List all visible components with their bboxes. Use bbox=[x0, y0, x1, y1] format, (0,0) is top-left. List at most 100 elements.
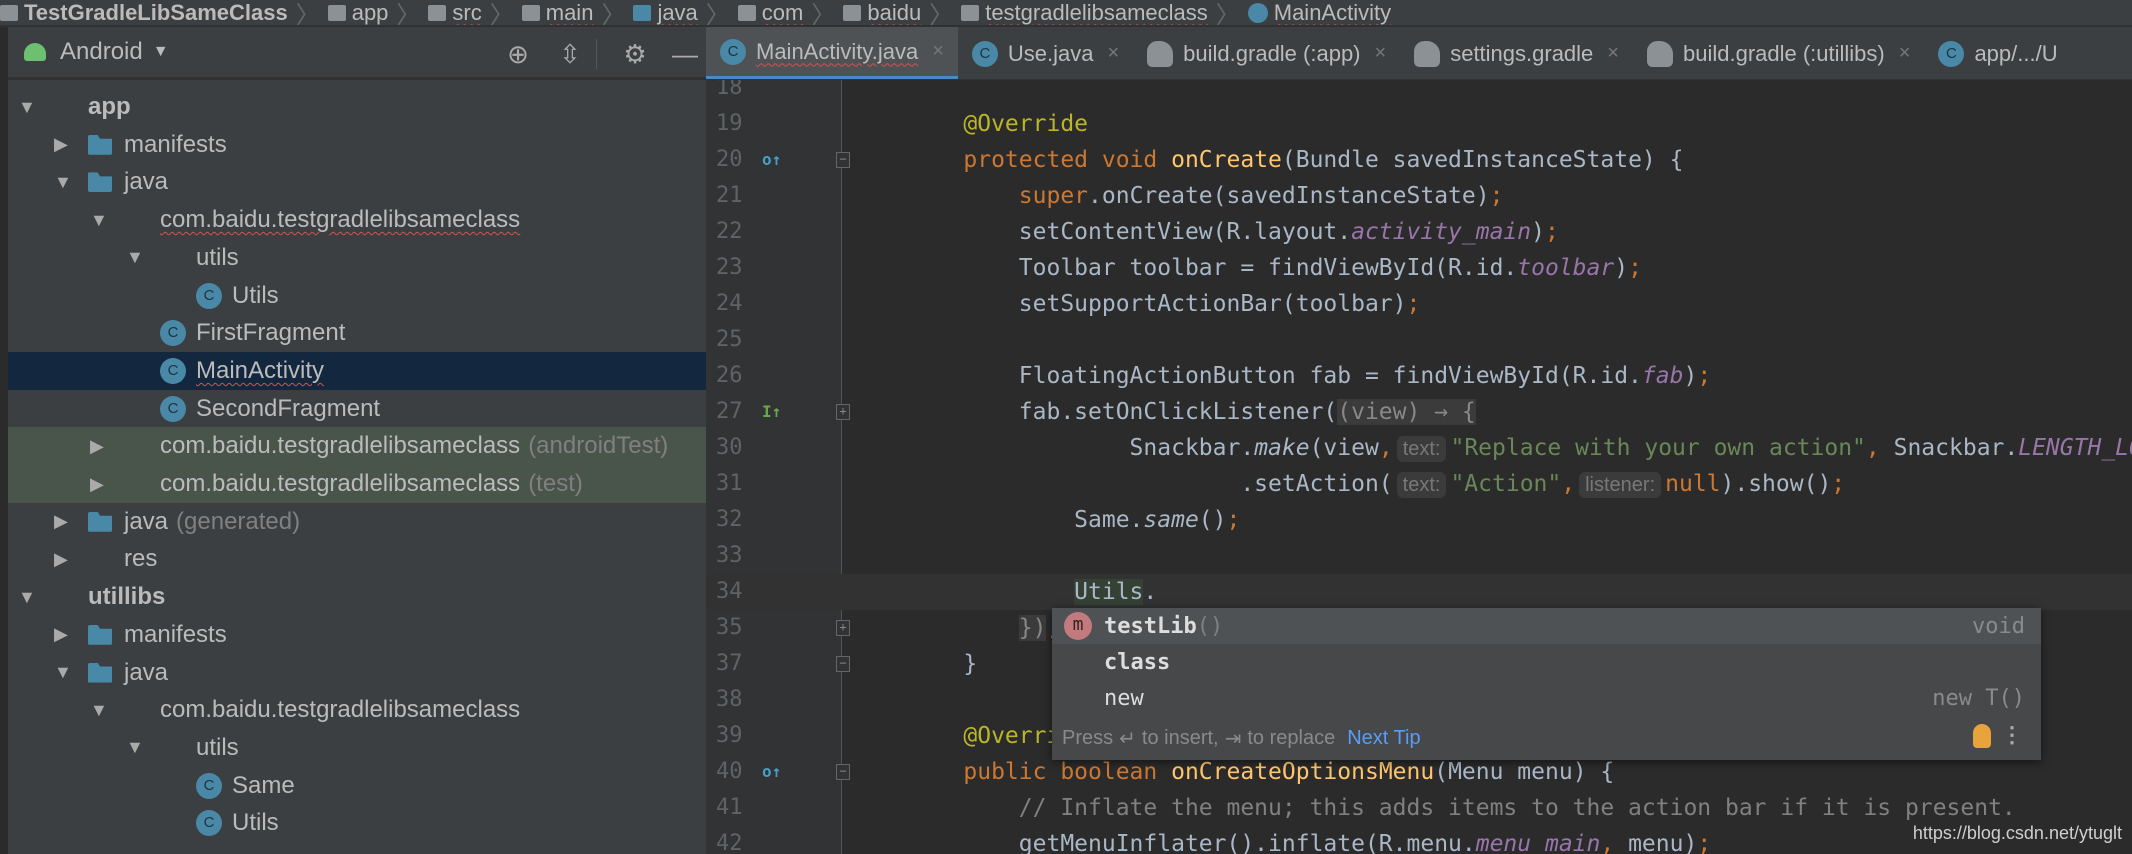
close-tab-icon[interactable]: × bbox=[932, 40, 944, 63]
close-tab-icon[interactable]: × bbox=[1375, 42, 1387, 65]
tree-item[interactable]: ▼ utils bbox=[8, 239, 706, 277]
fold-marker-icon[interactable]: − bbox=[836, 656, 850, 672]
expand-arrow-icon[interactable]: ▼ bbox=[54, 662, 72, 683]
code-line[interactable]: 19 @Override bbox=[706, 106, 2132, 142]
line-number: 27 bbox=[716, 399, 743, 424]
tab-build-gradle-utillibs-[interactable]: build.gradle (:utillibs) × bbox=[1633, 27, 1924, 79]
close-tab-icon[interactable]: × bbox=[1607, 42, 1619, 65]
tree-item[interactable]: ▶ com.baidu.testgradlelibsameclass (androi… bbox=[8, 427, 706, 466]
tab-settings-gradle[interactable]: settings.gradle × bbox=[1400, 27, 1633, 79]
tree-item[interactable]: ▶ res bbox=[8, 540, 706, 578]
tree-item[interactable]: ▼ java bbox=[8, 654, 706, 692]
expand-arrow-icon[interactable]: ▼ bbox=[126, 247, 144, 268]
expand-arrow-icon[interactable]: ▼ bbox=[18, 587, 36, 608]
chevron-right-icon: 〉 bbox=[601, 2, 626, 27]
expand-arrow-icon[interactable]: ▼ bbox=[90, 210, 108, 231]
code-line[interactable]: 24 setSupportActionBar(toolbar); bbox=[706, 286, 2132, 322]
tab-build-gradle-app-[interactable]: build.gradle (:app) × bbox=[1133, 27, 1400, 79]
tree-item[interactable]: C Utils bbox=[8, 277, 706, 315]
tree-item[interactable]: ▶ com.baidu.testgradlelibsameclass (test) bbox=[8, 465, 706, 503]
completion-item[interactable]: m testLib() void bbox=[1052, 608, 2041, 644]
line-number: 19 bbox=[716, 111, 743, 136]
breadcrumb-item[interactable]: TestGradleLibSameClass 〉 bbox=[0, 0, 320, 25]
code-line[interactable]: 32 Same.same(); bbox=[706, 502, 2132, 538]
tab-mainactivity-java[interactable]: C MainActivity.java × bbox=[706, 27, 958, 79]
override-method-icon[interactable]: o↑ bbox=[762, 754, 781, 790]
code-line[interactable]: 30 Snackbar.make(view, text: "Replace with… bbox=[706, 430, 2132, 466]
breadcrumb-item[interactable]: src 〉 bbox=[428, 0, 514, 25]
tree-item[interactable]: ▼ utillibs bbox=[8, 578, 706, 616]
label-text: manifests bbox=[124, 620, 227, 648]
tree-item[interactable]: ▶ manifests bbox=[8, 126, 706, 164]
tree-item[interactable]: ▼ com.baidu.testgradlelibsameclass bbox=[8, 201, 706, 239]
close-tab-icon[interactable]: × bbox=[1899, 42, 1911, 65]
expand-arrow-icon[interactable]: ▼ bbox=[90, 700, 108, 721]
tree-item[interactable]: C MainActivity bbox=[8, 351, 706, 390]
collapse-arrow-icon[interactable]: ▶ bbox=[54, 511, 68, 532]
breadcrumb-item[interactable]: com 〉 bbox=[737, 0, 835, 25]
tab-use-java[interactable]: C Use.java × bbox=[958, 27, 1133, 79]
collapse-arrow-icon[interactable]: ▶ bbox=[90, 436, 104, 457]
tree-item[interactable]: ▶ manifests bbox=[8, 616, 706, 654]
lightbulb-icon[interactable] bbox=[1973, 724, 1991, 748]
code-line[interactable]: 22 setContentView(R.layout.activity_main… bbox=[706, 214, 2132, 250]
tree-item[interactable]: ▶ java (generated) bbox=[8, 503, 706, 541]
code-line[interactable]: 20 o↑ − protected void onCreate(Bundle sav… bbox=[706, 142, 2132, 178]
code-token: ; bbox=[1628, 255, 1642, 281]
tree-item[interactable]: C SecondFragment bbox=[8, 390, 706, 428]
completion-item[interactable]: new new T() bbox=[1052, 680, 2041, 716]
code-token: "Replace with your own action" bbox=[1450, 435, 1866, 461]
collapse-arrow-icon[interactable]: ▶ bbox=[90, 474, 104, 495]
view-selector[interactable]: Android bbox=[60, 38, 143, 66]
collapse-all-icon[interactable]: ⇳ bbox=[555, 39, 585, 70]
code-line[interactable]: 26 FloatingActionButton fab = findViewBy… bbox=[706, 358, 2132, 394]
completion-item[interactable]: class bbox=[1052, 644, 2041, 680]
fold-marker-icon[interactable]: + bbox=[836, 404, 850, 420]
fold-marker-icon[interactable]: − bbox=[836, 764, 850, 780]
next-tip-link[interactable]: Next Tip bbox=[1347, 727, 1420, 750]
code-line[interactable]: 25 bbox=[706, 322, 2132, 358]
breadcrumb-item[interactable]: baidu 〉 bbox=[843, 0, 953, 25]
tree-item[interactable]: ▼ java bbox=[8, 163, 706, 201]
tab-app-u[interactable]: Capp/.../U bbox=[1924, 27, 2071, 79]
code-line[interactable]: 34 Utils. bbox=[706, 574, 2132, 610]
code-line[interactable]: 33 bbox=[706, 538, 2132, 574]
code-line[interactable]: 41 // Inflate the menu; this adds items … bbox=[706, 790, 2132, 826]
tree-item[interactable]: ▼ utils bbox=[8, 729, 706, 767]
collapse-arrow-icon[interactable]: ▶ bbox=[54, 549, 68, 570]
implement-method-icon[interactable]: I↑ bbox=[762, 394, 781, 430]
breadcrumb-item[interactable]: java 〉 bbox=[633, 0, 730, 25]
code-text: Utils. bbox=[908, 574, 1157, 610]
more-options-icon[interactable]: ⋮ bbox=[2001, 722, 2023, 748]
tree-item[interactable]: C Utils bbox=[8, 804, 706, 842]
close-tab-icon[interactable]: × bbox=[1107, 42, 1119, 65]
breadcrumb-item[interactable]: main 〉 bbox=[521, 0, 626, 27]
locate-icon[interactable]: ⊕ bbox=[503, 39, 533, 70]
fold-marker-icon[interactable]: + bbox=[836, 620, 850, 636]
collapse-arrow-icon[interactable]: ▶ bbox=[54, 134, 68, 155]
minimize-icon[interactable]: — bbox=[670, 39, 700, 70]
tree-item[interactable]: C FirstFragment bbox=[8, 314, 706, 352]
code-line[interactable]: 31 .setAction(text: "Action", listener: nul… bbox=[706, 466, 2132, 502]
code-token: .onCreate(savedInstanceState) bbox=[1088, 183, 1490, 209]
expand-arrow-icon[interactable]: ▼ bbox=[18, 97, 36, 118]
tree-item[interactable]: ▼ com.baidu.testgradlelibsameclass bbox=[8, 691, 706, 729]
code-line[interactable]: 27 I↑ + fab.setOnClickListener((view) → { bbox=[706, 394, 2132, 430]
code-line[interactable]: 18 bbox=[706, 80, 2132, 106]
breadcrumb-item[interactable]: MainActivity bbox=[1247, 0, 1391, 25]
breadcrumb-item[interactable]: testgradlelibsameclass 〉 bbox=[961, 0, 1240, 25]
code-line[interactable]: 23 Toolbar toolbar = findViewById(R.id.t… bbox=[706, 250, 2132, 286]
gear-icon[interactable]: ⚙ bbox=[620, 39, 650, 70]
tree-item[interactable]: ▼ app bbox=[8, 88, 706, 126]
collapse-arrow-icon[interactable]: ▶ bbox=[54, 624, 68, 645]
override-method-icon[interactable]: o↑ bbox=[762, 142, 781, 178]
tree-item[interactable]: C Same bbox=[8, 767, 706, 805]
chevron-down-icon[interactable]: ▼ bbox=[153, 43, 169, 61]
breadcrumb-item[interactable]: app 〉 bbox=[327, 0, 420, 25]
fold-marker-icon[interactable]: − bbox=[836, 152, 850, 168]
code-line[interactable]: 21 super.onCreate(savedInstanceState); bbox=[706, 178, 2132, 214]
code-token: // Inflate the menu; this adds items to … bbox=[1018, 795, 2016, 821]
expand-arrow-icon[interactable]: ▼ bbox=[54, 172, 72, 193]
expand-arrow-icon[interactable]: ▼ bbox=[126, 737, 144, 758]
code-token: , bbox=[1378, 435, 1393, 461]
